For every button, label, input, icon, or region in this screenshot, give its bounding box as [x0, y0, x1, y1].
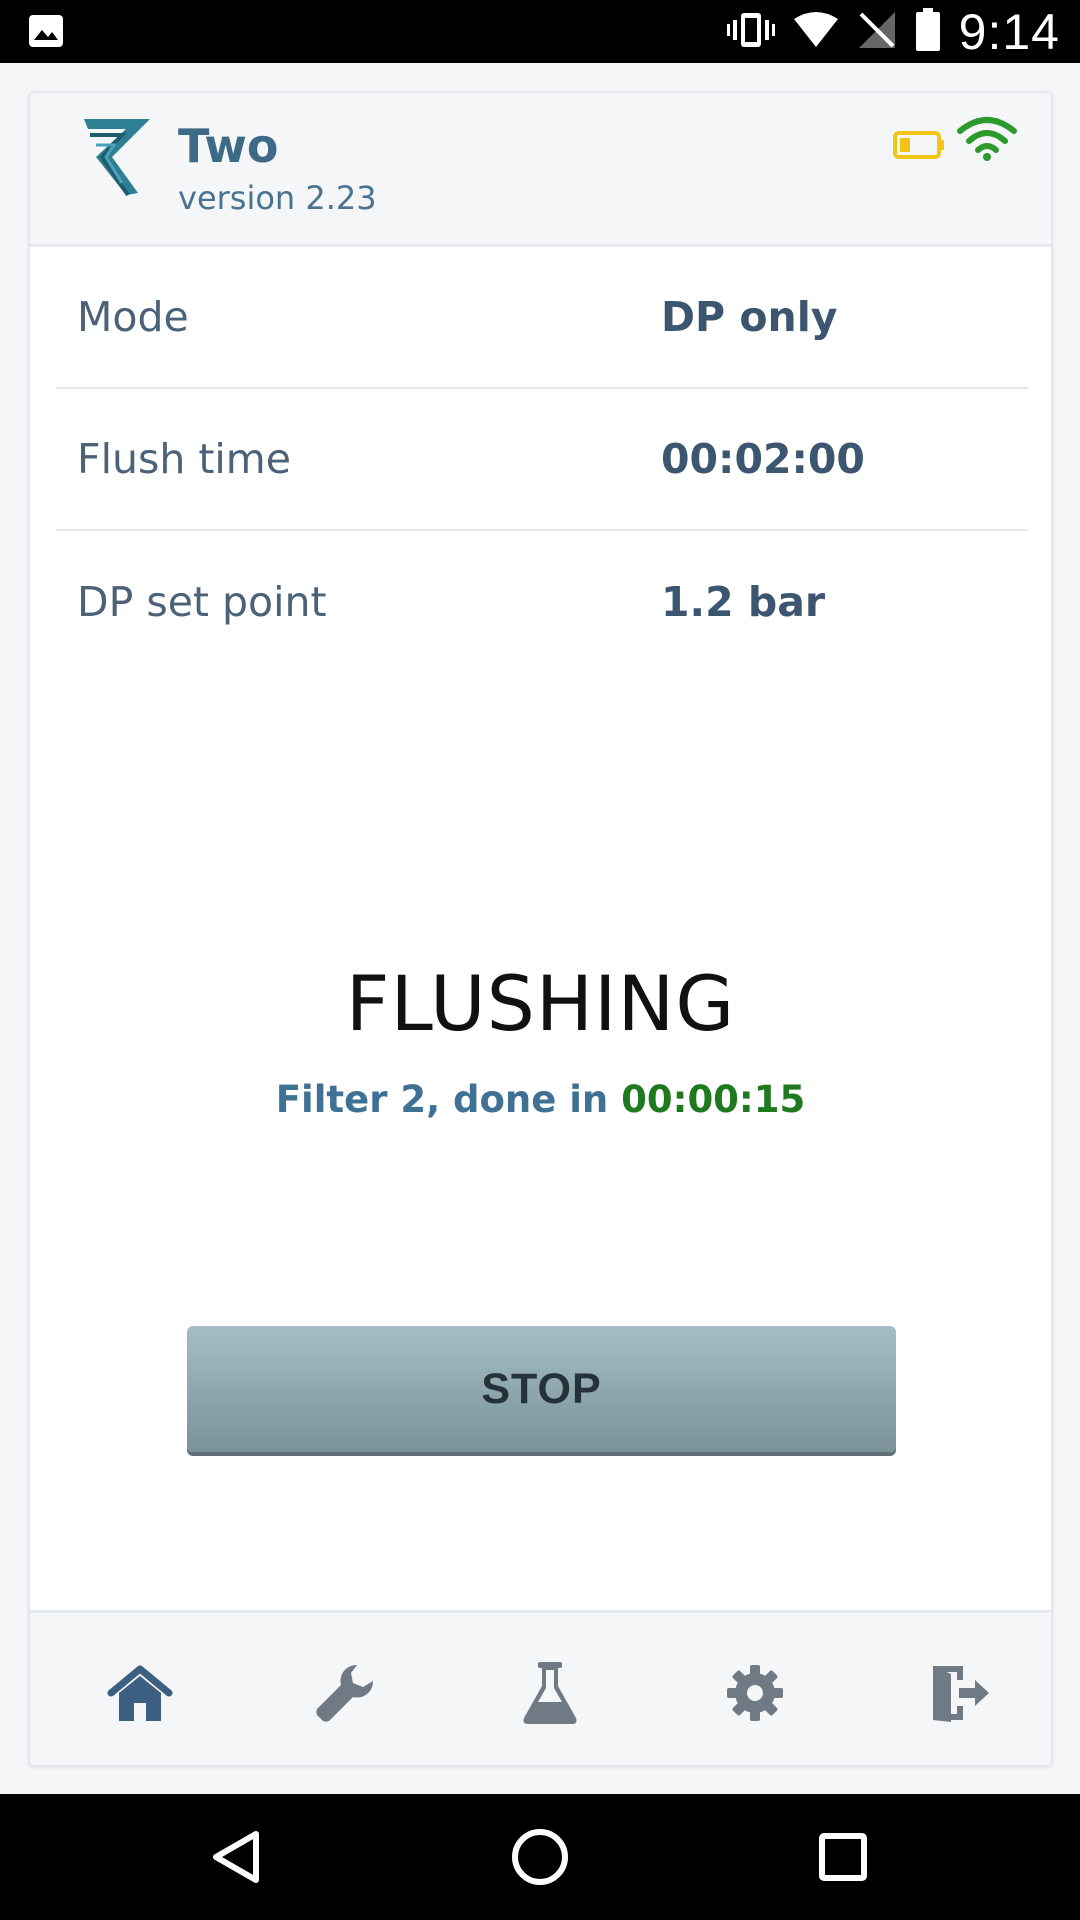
status-detail-text: Filter 2, done in	[275, 1078, 609, 1121]
wifi-icon	[956, 115, 1018, 161]
back-icon[interactable]	[206, 1826, 268, 1888]
settings-list: Mode DP only Flush time 00:02:00 DP set …	[56, 247, 1028, 673]
setting-label: Mode	[77, 293, 189, 341]
image-icon	[28, 14, 64, 48]
setting-value: 00:02:00	[661, 435, 865, 483]
gear-icon	[727, 1665, 783, 1721]
nav-lab[interactable]	[510, 1653, 590, 1733]
stop-button[interactable]: STOP	[187, 1326, 896, 1452]
status-detail: Filter 2, done in 00:00:15	[30, 1078, 1051, 1121]
home-icon	[107, 1665, 173, 1721]
home-circle-icon[interactable]	[509, 1826, 571, 1888]
nav-tools[interactable]	[305, 1653, 385, 1733]
setting-label: DP set point	[77, 578, 327, 626]
setting-value: DP only	[661, 293, 838, 341]
status-title: FLUSHING	[345, 959, 736, 1048]
nav-settings[interactable]	[715, 1653, 795, 1733]
setting-row-flush-time: Flush time 00:02:00	[56, 389, 1028, 531]
app-header: Two version 2.23	[30, 93, 1051, 247]
nav-logout[interactable]	[920, 1653, 1000, 1733]
setting-row-mode: Mode DP only	[56, 247, 1028, 389]
exit-icon	[933, 1666, 989, 1722]
bottom-nav	[30, 1610, 1051, 1765]
setting-value: 1.2 bar	[661, 578, 826, 626]
status-clock: 9:14	[958, 4, 1060, 60]
status-bar: 9:14	[0, 0, 1080, 63]
status-timer: 00:00:15	[621, 1078, 806, 1121]
wifi-signal-icon	[793, 11, 839, 53]
wrench-icon	[316, 1664, 374, 1722]
nav-home[interactable]	[100, 1653, 180, 1733]
android-nav-bar	[0, 1794, 1080, 1920]
battery-icon	[915, 8, 941, 56]
app-name: Two	[178, 119, 279, 173]
no-signal-icon	[857, 10, 897, 54]
setting-label: Flush time	[77, 435, 291, 483]
app-version: version 2.23	[178, 179, 377, 217]
stop-button-label: STOP	[481, 1364, 602, 1413]
battery-low-icon	[893, 130, 945, 160]
recents-icon[interactable]	[812, 1826, 874, 1888]
flask-icon	[523, 1662, 577, 1724]
logo-icon	[82, 117, 152, 199]
vibrate-icon	[726, 10, 775, 54]
setting-row-dp-set-point: DP set point 1.2 bar	[56, 531, 1028, 673]
app-card: Two version 2.23 Mode DP only Flush time	[28, 91, 1053, 1767]
